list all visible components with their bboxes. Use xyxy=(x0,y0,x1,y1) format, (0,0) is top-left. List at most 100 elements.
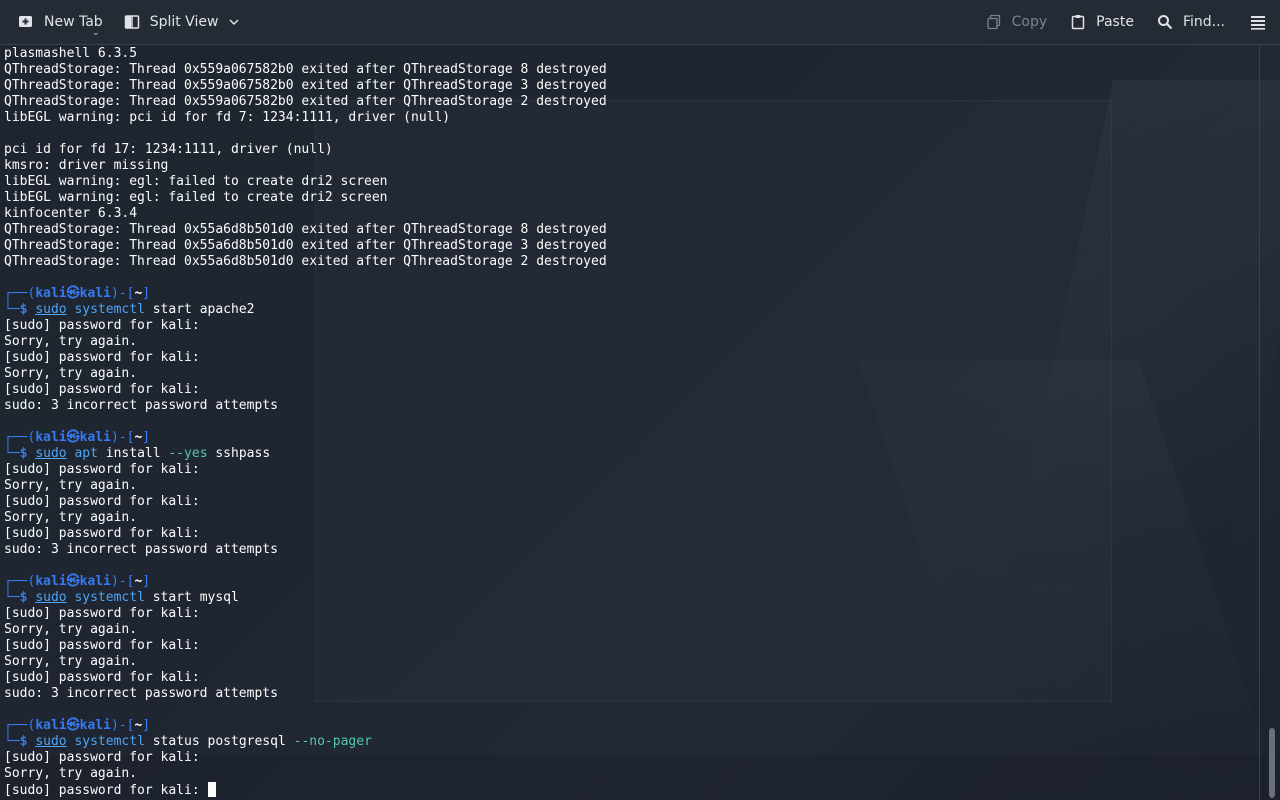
prompt-frame: ┌──( xyxy=(4,718,36,733)
prompt-line: ┌──(kali㉿kali)-[~] xyxy=(4,286,1254,302)
prompt-frame: ┌──( xyxy=(4,286,36,301)
command-args: sshpass xyxy=(207,446,271,461)
prompt-at-symbol: ㉿ xyxy=(66,718,80,733)
terminal-line: [sudo] password for kali: xyxy=(4,462,200,477)
terminal-line: libEGL warning: pci id for fd 7: 1234:11… xyxy=(4,110,451,125)
terminal-line: QThreadStorage: Thread 0x55a6d8b501d0 ex… xyxy=(4,222,607,237)
prompt-frame: )-[ xyxy=(110,286,135,301)
terminal-line: Sorry, try again. xyxy=(4,766,138,781)
prompt-at-symbol: ㉿ xyxy=(66,430,80,445)
terminal-line: kinfocenter 6.3.4 xyxy=(4,206,138,221)
paste-button[interactable]: Paste xyxy=(1062,6,1141,38)
command-line: └─$ sudo apt install --yes sshpass xyxy=(4,446,1254,462)
command-args: install xyxy=(97,446,169,461)
command-args: status postgresql xyxy=(144,734,294,749)
terminal-line: sudo: 3 incorrect password attempts xyxy=(4,542,278,557)
terminal-line: QThreadStorage: Thread 0x559a067582b0 ex… xyxy=(4,78,607,93)
text-cursor xyxy=(207,782,216,797)
new-tab-icon xyxy=(17,13,35,31)
chevron-down-icon[interactable] xyxy=(228,16,240,28)
terminal-line: Sorry, try again. xyxy=(4,510,138,525)
find-button[interactable]: Find... xyxy=(1149,6,1232,38)
command-name: apt xyxy=(74,446,98,461)
command-line: └─$ sudo systemctl status postgresql --n… xyxy=(4,734,1254,750)
command-option: --yes xyxy=(168,446,208,461)
prompt-user: kali xyxy=(35,286,67,301)
prompt-frame: ┌──( xyxy=(4,430,36,445)
prompt-frame: ] xyxy=(142,574,151,589)
prompt-frame: ] xyxy=(142,718,151,733)
terminal-line: Sorry, try again. xyxy=(4,622,138,637)
command-sudo: sudo xyxy=(35,734,67,749)
prompt-frame: ] xyxy=(142,430,151,445)
terminal-line: [sudo] password for kali: xyxy=(4,670,200,685)
terminal-line: QThreadStorage: Thread 0x55a6d8b501d0 ex… xyxy=(4,238,607,253)
prompt-host: kali xyxy=(79,430,111,445)
prompt-frame: )-[ xyxy=(110,574,135,589)
terminal-line: [sudo] password for kali: xyxy=(4,494,200,509)
terminal-line: sudo: 3 incorrect password attempts xyxy=(4,398,278,413)
terminal-line: QThreadStorage: Thread 0x559a067582b0 ex… xyxy=(4,62,607,77)
prompt-line: ┌──(kali㉿kali)-[~] xyxy=(4,574,1254,590)
prompt-frame: └─ xyxy=(4,446,20,461)
hamburger-menu-button[interactable] xyxy=(1242,6,1274,38)
command-sudo: sudo xyxy=(35,302,67,317)
terminal-line: [sudo] password for kali: xyxy=(4,638,200,653)
toolbar-right-group: Copy Paste Find... xyxy=(978,6,1280,38)
main-toolbar: New Tab ⌄ Split View Copy Paste Find... xyxy=(0,0,1280,45)
command-name: systemctl xyxy=(74,302,145,317)
command-name: systemctl xyxy=(74,734,145,749)
command-args: start apache2 xyxy=(144,302,255,317)
prompt-frame: └─ xyxy=(4,590,20,605)
terminal-line: [sudo] password for kali: xyxy=(4,350,200,365)
command-sudo: sudo xyxy=(35,590,67,605)
search-icon xyxy=(1156,13,1174,31)
terminal-line: Sorry, try again. xyxy=(4,334,138,349)
command-name: systemctl xyxy=(74,590,145,605)
terminal-line: [sudo] password for kali: xyxy=(4,318,200,333)
prompt-frame: )-[ xyxy=(110,430,135,445)
terminal-line: sudo: 3 incorrect password attempts xyxy=(4,686,278,701)
prompt-at-symbol: ㉿ xyxy=(66,574,80,589)
terminal-line: QThreadStorage: Thread 0x55a6d8b501d0 ex… xyxy=(4,254,607,269)
hamburger-menu-icon xyxy=(1249,13,1267,31)
toolbar-left-group: New Tab ⌄ Split View xyxy=(0,6,247,38)
new-tab-button[interactable]: New Tab ⌄ xyxy=(10,6,110,38)
terminal-scrollbar[interactable] xyxy=(1259,46,1280,800)
prompt-host: kali xyxy=(79,574,111,589)
terminal-line: Sorry, try again. xyxy=(4,478,138,493)
prompt-line: ┌──(kali㉿kali)-[~] xyxy=(4,718,1254,734)
prompt-user: kali xyxy=(35,430,67,445)
current-input-line: [sudo] password for kali: xyxy=(4,782,1254,798)
command-sudo: sudo xyxy=(35,446,67,461)
terminal-line: libEGL warning: egl: failed to create dr… xyxy=(4,190,388,205)
terminal-output[interactable]: plasmashell 6.3.5 QThreadStorage: Thread … xyxy=(4,46,1254,800)
terminal-line: [sudo] password for kali: xyxy=(4,382,200,397)
command-args: start mysql xyxy=(144,590,239,605)
copy-label: Copy xyxy=(1011,14,1048,30)
terminal-line: [sudo] password for kali: xyxy=(4,606,200,621)
terminal-line: [sudo] password for kali: xyxy=(4,750,200,765)
split-view-button[interactable]: Split View xyxy=(116,6,248,38)
prompt-frame: ] xyxy=(142,286,151,301)
terminal-line: Sorry, try again. xyxy=(4,654,138,669)
prompt-user: kali xyxy=(35,574,67,589)
terminal-line: [sudo] password for kali: xyxy=(4,526,200,541)
prompt-user: kali xyxy=(35,718,67,733)
command-line: └─$ sudo systemctl start mysql xyxy=(4,590,1254,606)
paste-icon xyxy=(1069,13,1087,31)
terminal-line: Sorry, try again. xyxy=(4,366,138,381)
scrollbar-thumb[interactable] xyxy=(1269,728,1275,798)
terminal-line: plasmashell 6.3.5 xyxy=(4,46,138,61)
prompt-at-symbol: ㉿ xyxy=(66,286,80,301)
terminal-line: kmsro: driver missing xyxy=(4,158,169,173)
copy-button[interactable]: Copy xyxy=(978,6,1055,38)
prompt-host: kali xyxy=(79,718,111,733)
prompt-frame: └─ xyxy=(4,302,20,317)
new-tab-dropdown-indicator[interactable]: ⌄ xyxy=(92,28,100,38)
terminal-line: libEGL warning: egl: failed to create dr… xyxy=(4,174,388,189)
